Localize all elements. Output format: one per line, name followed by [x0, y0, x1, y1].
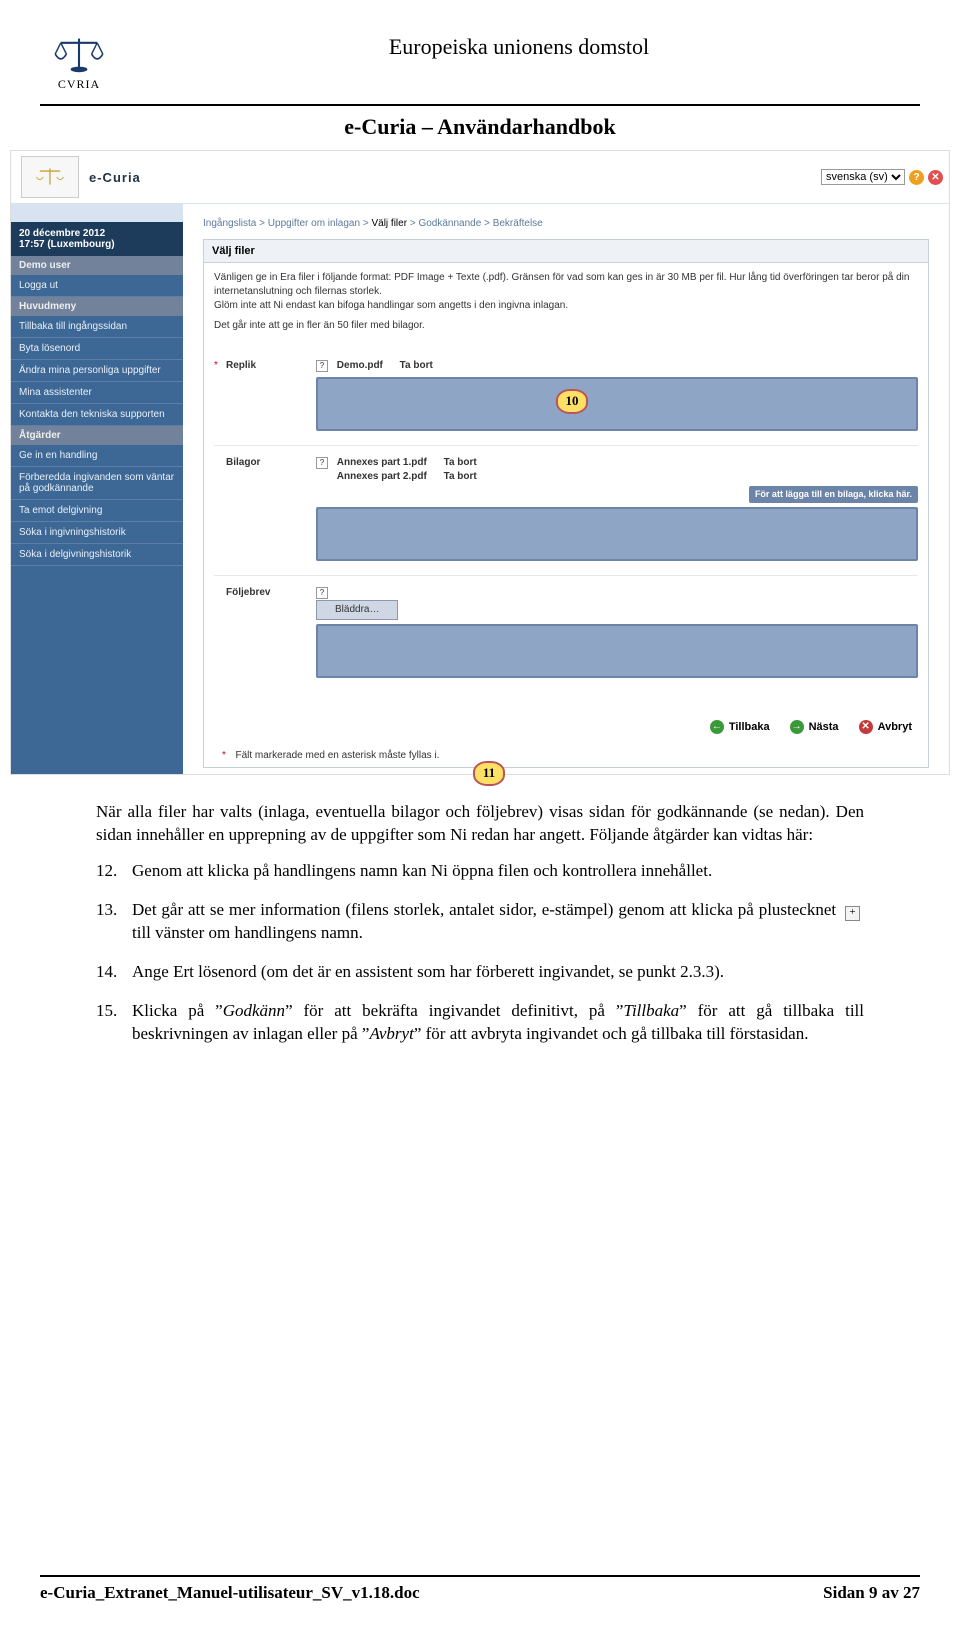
sidebar-item[interactable]: Förberedda ingivanden som väntar på godk… — [11, 467, 183, 500]
sidebar-user-header: Demo user — [11, 256, 183, 275]
sidebar-item[interactable]: Ändra mina personliga uppgifter — [11, 360, 183, 382]
required-note: Fält markerade med en asterisk måste fyl… — [235, 750, 439, 761]
sidebar-actions-header: Åtgärder — [11, 426, 183, 445]
plus-icon: + — [845, 906, 860, 921]
row-label-bilagor: Bilagor — [226, 456, 316, 470]
file-name[interactable]: Annexes part 2.pdf — [337, 471, 427, 482]
document-header: CVRIA Europeiska unionens domstol e-Curi… — [0, 0, 960, 140]
sidebar-item[interactable]: Byta lösenord — [11, 338, 183, 360]
back-button[interactable]: ←Tillbaka — [710, 720, 770, 734]
document-body: När alla filer har valts (inlaga, eventu… — [0, 775, 960, 1047]
file-name[interactable]: Demo.pdf — [337, 360, 383, 371]
callout-11: 11 — [473, 761, 505, 786]
sidebar-logout[interactable]: Logga ut — [11, 275, 183, 297]
help-icon[interactable]: ? — [909, 170, 924, 185]
remove-link[interactable]: Ta bort — [444, 471, 477, 482]
file-drop-area[interactable] — [316, 377, 918, 431]
list-item: 15. Klicka på ”Godkänn” för att bekräfta… — [96, 1000, 864, 1046]
remove-link[interactable]: Ta bort — [400, 360, 433, 371]
close-icon[interactable]: ✕ — [928, 170, 943, 185]
list-item: 13. Det går att se mer information (file… — [96, 899, 864, 945]
sidebar-item[interactable]: Mina assistenter — [11, 382, 183, 404]
sidebar-item[interactable]: Söka i delgivningshistorik — [11, 544, 183, 566]
sidebar-item[interactable]: Ge in en handling — [11, 445, 183, 467]
sidebar-item[interactable]: Kontakta den tekniska supporten — [11, 404, 183, 426]
breadcrumb: Ingångslista > Uppgifter om inlagan > Vä… — [203, 218, 929, 229]
intro-paragraph: När alla filer har valts (inlaga, eventu… — [96, 801, 864, 847]
remove-link[interactable]: Ta bort — [444, 457, 477, 468]
cancel-button[interactable]: ✕Avbryt — [859, 720, 912, 734]
row-label-foljebrev: Följebrev — [226, 586, 316, 600]
callout-10: 10 — [556, 389, 588, 414]
file-drop-area[interactable] — [316, 624, 918, 678]
list-item: 14. Ange Ert lösenord (om det är en assi… — [96, 961, 864, 984]
sidebar-main-header: Huvudmeny — [11, 297, 183, 316]
panel-title: Välj filer — [204, 240, 928, 263]
add-attachment-link[interactable]: För att lägga till en bilaga, klicka här… — [749, 486, 918, 503]
doc-title: Europeiska unionens domstol — [118, 34, 920, 60]
arrow-right-icon: → — [790, 720, 804, 734]
list-item: 12. Genom att klicka på handlingens namn… — [96, 860, 864, 883]
scales-icon — [51, 33, 107, 75]
sidebar-item[interactable]: Tillbaka till ingångssidan — [11, 316, 183, 338]
sidebar: 20 décembre 2012 17:57 (Luxembourg) Demo… — [11, 204, 183, 774]
required-marker: * — [214, 359, 222, 373]
sidebar-item[interactable]: Söka i ingivningshistorik — [11, 522, 183, 544]
browse-button[interactable]: Bläddra… — [316, 600, 398, 620]
help-hint-icon[interactable]: ? — [316, 360, 328, 372]
main-panel: Ingångslista > Uppgifter om inlagan > Vä… — [183, 204, 949, 774]
language-select[interactable]: svenska (sv) — [821, 169, 905, 185]
file-name[interactable]: Annexes part 1.pdf — [337, 457, 427, 468]
sidebar-datetime: 20 décembre 2012 17:57 (Luxembourg) — [11, 222, 183, 256]
footer-filename: e-Curia_Extranet_Manuel-utilisateur_SV_v… — [40, 1583, 420, 1603]
help-hint-icon[interactable]: ? — [316, 457, 328, 469]
help-hint-icon[interactable]: ? — [316, 587, 328, 599]
file-drop-area[interactable] — [316, 507, 918, 561]
sidebar-item[interactable]: Ta emot delgivning — [11, 500, 183, 522]
app-logo-icon — [21, 156, 79, 198]
cancel-icon: ✕ — [859, 720, 873, 734]
app-screenshot: e-Curia svenska (sv) ? ✕ 20 décembre 201… — [10, 150, 950, 775]
row-label-replik: Replik — [226, 359, 316, 373]
document-footer: e-Curia_Extranet_Manuel-utilisateur_SV_v… — [0, 1575, 960, 1603]
next-button[interactable]: →Nästa — [790, 720, 839, 734]
arrow-left-icon: ← — [710, 720, 724, 734]
panel-intro: Vänligen ge in Era filer i följande form… — [204, 263, 928, 341]
footer-page: Sidan 9 av 27 — [823, 1583, 920, 1603]
app-brand: e-Curia — [89, 170, 141, 185]
logo-caption: CVRIA — [58, 77, 100, 92]
cvria-logo: CVRIA — [40, 28, 118, 96]
doc-subtitle: e-Curia – Användarhandbok — [40, 114, 920, 140]
